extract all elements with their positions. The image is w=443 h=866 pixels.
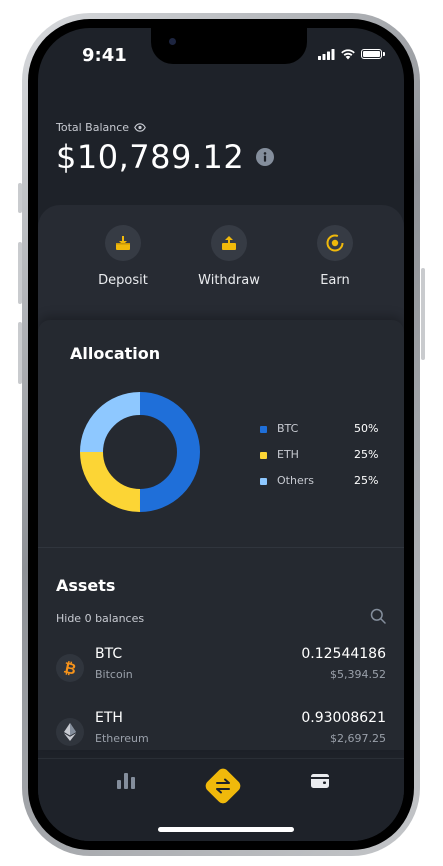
status-icons bbox=[318, 48, 385, 60]
asset-row-btc[interactable]: ₿ BTC Bitcoin 0.12544186 $5,394.52 bbox=[38, 646, 404, 696]
svg-text:₿: ₿ bbox=[62, 659, 78, 677]
legend-label-eth: ETH bbox=[277, 448, 299, 461]
deposit-button[interactable]: Deposit bbox=[78, 225, 168, 288]
legend-swatch-others bbox=[260, 478, 267, 485]
withdraw-icon bbox=[211, 225, 247, 261]
asset-row-eth[interactable]: ETH Ethereum 0.93008621 $2,697.25 bbox=[38, 710, 404, 760]
legend-item-eth: ETH 25% bbox=[260, 448, 390, 474]
legend-item-btc: BTC 50% bbox=[260, 422, 390, 448]
withdraw-label: Withdraw bbox=[198, 273, 260, 288]
bar-chart-icon[interactable] bbox=[116, 771, 136, 789]
donut-slice-eth bbox=[80, 451, 141, 512]
front-camera bbox=[169, 38, 176, 45]
asset-symbol: BTC bbox=[95, 646, 123, 662]
deposit-label: Deposit bbox=[98, 273, 148, 288]
earn-button[interactable]: Earn bbox=[290, 225, 380, 288]
legend-swatch-btc bbox=[260, 426, 267, 433]
donut-slice-others bbox=[80, 392, 141, 453]
earn-label: Earn bbox=[320, 273, 350, 288]
deposit-icon bbox=[105, 225, 141, 261]
withdraw-button[interactable]: Withdraw bbox=[184, 225, 274, 288]
home-indicator bbox=[158, 827, 294, 832]
signal-icon bbox=[318, 48, 335, 60]
legend-percent-others: 25% bbox=[354, 474, 379, 487]
eye-icon[interactable] bbox=[134, 123, 146, 132]
total-balance: $10,789.12 bbox=[56, 138, 275, 176]
asset-name: Ethereum bbox=[95, 732, 149, 745]
legend-label-others: Others bbox=[277, 474, 314, 487]
earn-icon bbox=[317, 225, 353, 261]
notch bbox=[151, 28, 307, 64]
ethereum-icon bbox=[56, 718, 84, 746]
legend-percent-eth: 25% bbox=[354, 448, 379, 461]
bitcoin-icon: ₿ bbox=[56, 654, 84, 682]
legend-swatch-eth bbox=[260, 452, 267, 459]
asset-fiat-value: $2,697.25 bbox=[330, 732, 386, 745]
allocation-title: Allocation bbox=[70, 344, 161, 363]
legend-percent-btc: 50% bbox=[354, 422, 379, 435]
legend-label-btc: BTC bbox=[277, 422, 299, 435]
battery-icon bbox=[361, 49, 385, 59]
asset-symbol: ETH bbox=[95, 710, 123, 726]
asset-amount: 0.12544186 bbox=[301, 646, 386, 662]
asset-name: Bitcoin bbox=[95, 668, 133, 681]
assets-title: Assets bbox=[56, 576, 116, 595]
app-screen: 9:41 Total Balance $10,789.12 Deposit Wi… bbox=[38, 28, 404, 841]
info-icon[interactable] bbox=[256, 148, 275, 166]
hide-zero-balances-toggle[interactable]: Hide 0 balances bbox=[56, 612, 144, 625]
search-icon[interactable] bbox=[370, 608, 386, 624]
total-balance-value: $10,789.12 bbox=[56, 138, 245, 176]
allocation-donut-chart bbox=[80, 392, 200, 512]
allocation-legend: BTC 50% ETH 25% Others 25% bbox=[260, 422, 390, 500]
donut-slice-btc bbox=[139, 392, 200, 512]
wifi-icon bbox=[341, 49, 355, 60]
power-button bbox=[421, 268, 425, 360]
divider bbox=[38, 547, 404, 548]
swap-arrows-icon bbox=[206, 774, 240, 798]
asset-amount: 0.93008621 bbox=[301, 710, 386, 726]
balance-label: Total Balance bbox=[56, 121, 146, 134]
balance-label-text: Total Balance bbox=[56, 121, 130, 134]
status-time: 9:41 bbox=[82, 45, 127, 66]
wallet-icon[interactable] bbox=[310, 773, 330, 789]
asset-fiat-value: $5,394.52 bbox=[330, 668, 386, 681]
legend-item-others: Others 25% bbox=[260, 474, 390, 500]
